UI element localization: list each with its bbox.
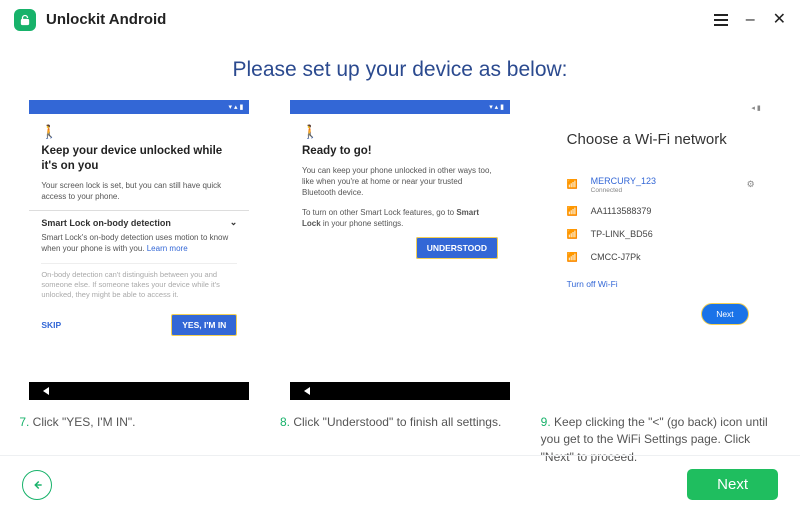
android-navbar <box>29 382 249 400</box>
wifi-next-button: Next <box>701 303 748 325</box>
wifi-item: 📶 TP-LINK_BD56 <box>567 223 755 246</box>
titlebar: Unlockit Android – ✕ <box>0 0 800 40</box>
screen2-body1: You can keep your phone unlocked in othe… <box>302 165 498 199</box>
footer: Next <box>0 455 800 513</box>
wifi-item-active: 📶 MERCURY_123 Connected ⚙ <box>567 170 755 200</box>
wifi-icon: 📶 <box>567 252 581 263</box>
skip-button: SKIP <box>41 320 61 330</box>
turn-off-wifi-link: Turn off Wi-Fi <box>567 279 755 289</box>
learn-more-link: Learn more <box>147 244 188 253</box>
screen1-section-title: Smart Lock on-body detection ⌄ <box>41 217 237 228</box>
instruction-columns: ▾ ▴ ▮ 🚶 Keep your device unlocked while … <box>0 100 800 466</box>
walk-icon: 🚶 <box>41 124 237 140</box>
phone-mock-wifi: ◂ ▮ Choose a Wi-Fi network 📶 MERCURY_123… <box>551 100 771 400</box>
app-title: Unlockit Android <box>46 11 166 28</box>
next-button[interactable]: Next <box>687 469 778 500</box>
phone-statusbar: ▾ ▴ ▮ <box>29 100 249 114</box>
wifi-item: 📶 AA1113588379 <box>567 200 755 223</box>
caption-8: 8. Click "Understood" to finish all sett… <box>280 414 520 431</box>
caption-7: 7. Click "YES, I'M IN". <box>19 414 259 431</box>
gear-icon: ⚙ <box>747 179 755 190</box>
phone-statusbar: ◂ ▮ <box>551 100 771 112</box>
back-triangle-icon <box>304 387 310 395</box>
android-navbar <box>290 382 510 400</box>
wifi-icon: 📶 <box>567 206 581 217</box>
screen1-desc: Your screen lock is set, but you can sti… <box>41 180 237 202</box>
phone-statusbar: ▾ ▴ ▮ <box>290 100 510 114</box>
walk-icon: 🚶 <box>302 124 498 140</box>
page-title: Please set up your device as below: <box>0 58 800 82</box>
wifi-item: 📶 CMCC-J7Pk <box>567 246 755 269</box>
back-triangle-icon <box>43 387 49 395</box>
screen1-disclaimer: On-body detection can't distinguish betw… <box>41 263 237 300</box>
phone-mock-smartlock: ▾ ▴ ▮ 🚶 Keep your device unlocked while … <box>29 100 249 400</box>
screen3-title: Choose a Wi-Fi network <box>567 130 755 150</box>
yes-im-in-button: YES, I'M IN <box>171 314 237 336</box>
understood-button: UNDERSTOOD <box>416 237 498 259</box>
screen1-title: Keep your device unlocked while it's on … <box>41 144 237 174</box>
minimize-button[interactable]: – <box>746 12 755 28</box>
menu-icon[interactable] <box>714 14 728 26</box>
chevron-down-icon: ⌄ <box>230 217 238 228</box>
back-button[interactable] <box>22 470 52 500</box>
close-button[interactable]: ✕ <box>773 12 786 28</box>
screen1-section-body: Smart Lock's on-body detection uses moti… <box>41 232 237 254</box>
phone-mock-ready: ▾ ▴ ▮ 🚶 Ready to go! You can keep your p… <box>290 100 510 400</box>
screen2-body2: To turn on other Smart Lock features, go… <box>302 207 498 229</box>
wifi-icon: 📶 <box>567 179 581 190</box>
screen2-title: Ready to go! <box>302 144 498 159</box>
wifi-icon: 📶 <box>567 229 581 240</box>
app-logo <box>14 9 36 31</box>
